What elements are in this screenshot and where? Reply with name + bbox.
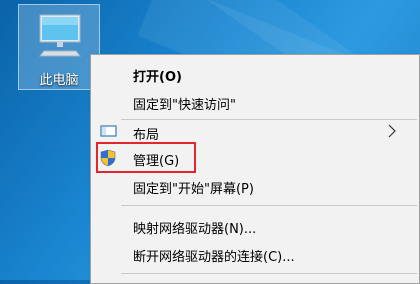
- this-pc-label: 此电脑: [39, 73, 79, 88]
- menu-item-label: 布局: [133, 128, 160, 143]
- menu-item-label: 打开(O): [133, 70, 182, 85]
- menu-item-label: 固定到"开始"屏幕(P): [133, 182, 254, 197]
- menu-item-label: 断开网络驱动器的连接(C)...: [133, 250, 295, 265]
- menu-item-disconnect-network-drive[interactable]: 断开网络驱动器的连接(C)...: [91, 241, 419, 267]
- menu-item-map-network-drive[interactable]: 映射网络驱动器(N)...: [91, 213, 419, 239]
- menu-separator: [121, 205, 417, 206]
- chevron-right-icon: [388, 124, 396, 138]
- menu-item-label: 固定到"快速访问": [133, 98, 236, 113]
- menu-item-open[interactable]: 打开(O): [91, 61, 419, 87]
- manage-highlight-box: [96, 142, 196, 173]
- menu-item-pin-start[interactable]: 固定到"开始"屏幕(P): [91, 173, 419, 199]
- computer-icon: [38, 14, 82, 57]
- menu-item-pin-quick-access[interactable]: 固定到"快速访问": [91, 89, 419, 115]
- layout-icon: [100, 125, 117, 137]
- menu-separator: [121, 273, 417, 274]
- menu-item-label: 映射网络驱动器(N)...: [133, 222, 257, 237]
- this-pc-desktop-icon[interactable]: 此电脑: [18, 4, 100, 90]
